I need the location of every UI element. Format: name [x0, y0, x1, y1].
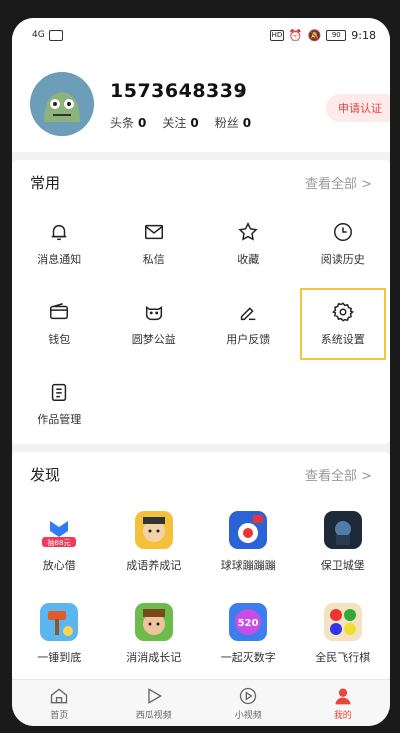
tab-me[interactable]: 我的 [296, 680, 391, 726]
castle-game-icon [323, 511, 362, 549]
number-game-icon: 520 [229, 603, 268, 641]
menu-favorites[interactable]: 收藏 [201, 204, 296, 284]
match-game-icon [134, 603, 173, 641]
battery-icon: 90 [326, 29, 347, 41]
document-list-icon [52, 383, 67, 401]
menu-feedback[interactable]: 用户反馈 [201, 284, 296, 364]
app-fangxinjie[interactable]: 抽88元 放心借 [12, 496, 107, 588]
mute-icon: 🔕 [307, 28, 322, 42]
menu-works-management[interactable]: 作品管理 [12, 364, 107, 444]
sim-icon [48, 29, 63, 41]
charity-icon [145, 306, 162, 321]
svg-text:520: 520 [238, 618, 259, 629]
person-icon [335, 688, 351, 704]
username[interactable]: 1573648339 [110, 80, 247, 102]
tab-home[interactable]: 首页 [12, 680, 107, 726]
home-icon [51, 687, 68, 703]
tab-short-video[interactable]: 小视频 [201, 680, 296, 726]
menu-reading-history[interactable]: 阅读历史 [296, 204, 391, 284]
wallet-icon [50, 303, 69, 320]
view-all-link[interactable]: 查看全部 > [305, 465, 372, 484]
status-bar: 4G HD ⏰ 🔕 90 9:18 [12, 18, 390, 52]
bottom-tab-bar: 首页 西瓜视频 小视频 我的 [12, 679, 390, 726]
ball-game-icon [229, 511, 268, 549]
star-icon [238, 222, 258, 241]
app-match-game[interactable]: 消消成长记 [107, 588, 202, 680]
view-all-link[interactable]: 查看全部 > [305, 173, 372, 192]
mail-icon [144, 224, 163, 240]
gear-icon [331, 302, 354, 322]
discover-section: 发现 查看全部 > 抽88元 放心借 成语养成记 球球蹦蹦蹦 保卫城堡 一锤到底… [12, 452, 390, 680]
alarm-icon: ⏰ [288, 28, 303, 42]
svg-text:抽88元: 抽88元 [48, 538, 71, 547]
flight-chess-icon [323, 603, 362, 641]
menu-messages[interactable]: 私信 [107, 204, 202, 284]
app-ball-game[interactable]: 球球蹦蹦蹦 [201, 496, 296, 588]
menu-system-settings[interactable]: 系统设置 [296, 284, 391, 364]
bell-icon [51, 224, 67, 241]
profile-header[interactable]: 1573648339 › 头条 0 关注 0 粉丝 0 申请认证 [12, 52, 390, 152]
hammer-game-icon [40, 603, 79, 641]
menu-wallet[interactable]: 钱包 [12, 284, 107, 364]
signal-indicator: 4G [32, 30, 45, 40]
profile-stats: 头条 0 关注 0 粉丝 0 [110, 114, 251, 131]
section-title: 常用 [30, 173, 61, 192]
menu-charity[interactable]: 圆梦公益 [107, 284, 202, 364]
menu-notifications[interactable]: 消息通知 [12, 204, 107, 284]
loan-app-icon: 抽88元 [40, 511, 79, 549]
hd-badge: HD [269, 29, 284, 41]
tab-xigua-video[interactable]: 西瓜视频 [107, 680, 202, 726]
app-number-game[interactable]: 520 一起灭数字 [201, 588, 296, 680]
stat-following[interactable]: 关注 0 [162, 114, 198, 131]
avatar[interactable] [30, 72, 94, 136]
stat-followers[interactable]: 粉丝 0 [215, 114, 251, 131]
short-video-icon [240, 687, 257, 704]
chevron-right-icon[interactable]: › [237, 82, 243, 101]
app-castle-game[interactable]: 保卫城堡 [296, 496, 391, 588]
idiom-game-icon [134, 511, 173, 549]
common-section: 常用 查看全部 > 消息通知 私信 收藏 阅读历史 钱包 圆梦公益 用户反馈 系… [12, 160, 390, 444]
app-hammer-game[interactable]: 一锤到底 [12, 588, 107, 680]
app-idiom-game[interactable]: 成语养成记 [107, 496, 202, 588]
play-icon [148, 687, 162, 704]
feedback-pen-icon [241, 307, 256, 321]
stat-toutiao[interactable]: 头条 0 [110, 114, 146, 131]
phone-screen: 4G HD ⏰ 🔕 90 9:18 1573648339 › 头条 0 关注 0 粉 [12, 18, 390, 726]
app-flight-chess[interactable]: 全民飞行棋 [296, 588, 391, 680]
clock-icon [333, 223, 352, 241]
apply-verification-button[interactable]: 申请认证 [326, 94, 390, 122]
section-title: 发现 [30, 465, 61, 484]
clock-time: 9:18 [351, 28, 376, 42]
